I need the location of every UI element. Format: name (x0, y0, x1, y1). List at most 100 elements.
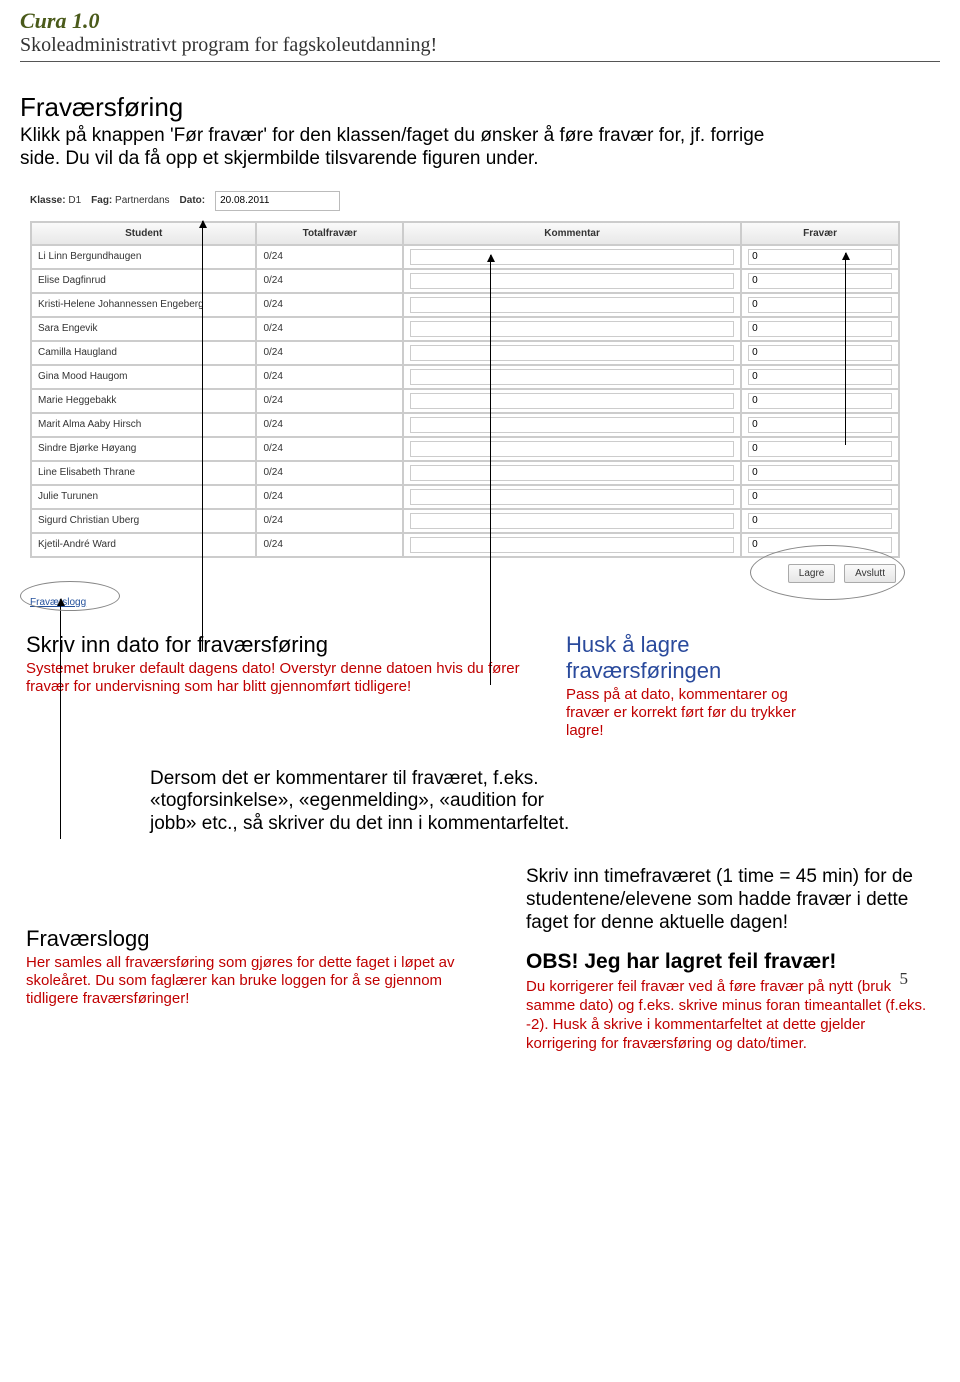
cell-kommentar (403, 245, 741, 269)
anno-husk-body: Pass på at dato, kommentarer og fravær e… (566, 686, 816, 740)
klasse-label: Klasse: (30, 195, 66, 206)
dato-label: Dato: (180, 195, 206, 206)
annotation-ellipse (20, 581, 120, 611)
fravaer-input[interactable] (748, 249, 892, 265)
cell-kommentar (403, 341, 741, 365)
anno-obs-title: OBS! Jeg har lagret feil fravær! (526, 950, 940, 974)
cell-fravaer (741, 389, 899, 413)
kommentar-input[interactable] (410, 273, 734, 289)
cell-kommentar (403, 389, 741, 413)
kommentar-input[interactable] (410, 537, 734, 553)
cell-student: Sindre Bjørke Høyang (31, 437, 256, 461)
cell-fravaer (741, 461, 899, 485)
cell-kommentar (403, 533, 741, 557)
cell-fravaer (741, 485, 899, 509)
application-screenshot: Klasse: D1 Fag: Partnerdans Dato: Studen… (30, 191, 900, 608)
kommentar-input[interactable] (410, 321, 734, 337)
fravaer-input[interactable] (748, 273, 892, 289)
table-row: Sara Engevik0/24 (31, 317, 899, 341)
table-row: Kristi-Helene Johannessen Engeberg0/24 (31, 293, 899, 317)
annotation-arrow (490, 255, 491, 685)
kommentar-input[interactable] (410, 417, 734, 433)
table-row: Gina Mood Haugom0/24 (31, 365, 899, 389)
kommentar-input[interactable] (410, 393, 734, 409)
kommentar-input[interactable] (410, 345, 734, 361)
cell-kommentar (403, 365, 741, 389)
annotation-arrow (60, 599, 61, 839)
cell-totalfravaer: 0/24 (256, 269, 403, 293)
fravaer-input[interactable] (748, 513, 892, 529)
fravaer-input[interactable] (748, 393, 892, 409)
cell-totalfravaer: 0/24 (256, 533, 403, 557)
cell-student: Elise Dagfinrud (31, 269, 256, 293)
header-divider (20, 61, 940, 62)
cell-student: Sigurd Christian Uberg (31, 509, 256, 533)
table-row: Sindre Bjørke Høyang0/24 (31, 437, 899, 461)
col-totalfravaer: Totalfravær (256, 222, 403, 245)
cell-fravaer (741, 437, 899, 461)
kommentar-input[interactable] (410, 369, 734, 385)
cell-fravaer (741, 293, 899, 317)
col-student: Student (31, 222, 256, 245)
cell-kommentar (403, 437, 741, 461)
cell-kommentar (403, 293, 741, 317)
fravaer-input[interactable] (748, 441, 892, 457)
annotation-arrow (202, 221, 203, 651)
kommentar-input[interactable] (410, 297, 734, 313)
cell-student: Kristi-Helene Johannessen Engeberg (31, 293, 256, 317)
cell-totalfravaer: 0/24 (256, 461, 403, 485)
table-row: Line Elisabeth Thrane0/24 (31, 461, 899, 485)
app-title: Cura 1.0 (20, 8, 940, 34)
fravaer-input[interactable] (748, 321, 892, 337)
anno-husk-title: Husk å lagre fraværsføringen (566, 632, 816, 684)
page-number: 5 (900, 969, 909, 989)
annotation-ellipse (750, 545, 905, 600)
cell-kommentar (403, 413, 741, 437)
fravaer-input[interactable] (748, 465, 892, 481)
cell-totalfravaer: 0/24 (256, 317, 403, 341)
kommentar-input[interactable] (410, 513, 734, 529)
cell-fravaer (741, 245, 899, 269)
fravaer-input[interactable] (748, 345, 892, 361)
cell-kommentar (403, 461, 741, 485)
kommentar-input[interactable] (410, 489, 734, 505)
kommentar-input[interactable] (410, 465, 734, 481)
fag-label: Fag: (91, 195, 112, 206)
intro-text: Klikk på knappen 'Før fravær' for den kl… (20, 125, 800, 171)
kommentar-input[interactable] (410, 249, 734, 265)
anno-obs-body: Du korrigerer feil fravær ved å føre fra… (526, 978, 940, 1053)
cell-totalfravaer: 0/24 (256, 341, 403, 365)
anno-date-body: Systemet bruker default dagens dato! Ove… (26, 660, 546, 696)
anno-center-text: Dersom det er kommentarer til fraværet, … (150, 768, 580, 836)
fravaer-input[interactable] (748, 417, 892, 433)
cell-fravaer (741, 269, 899, 293)
cell-totalfravaer: 0/24 (256, 245, 403, 269)
cell-student: Julie Turunen (31, 485, 256, 509)
cell-kommentar (403, 269, 741, 293)
cell-student: Marie Heggebakk (31, 389, 256, 413)
cell-fravaer (741, 413, 899, 437)
cell-fravaer (741, 341, 899, 365)
cell-student: Camilla Haugland (31, 341, 256, 365)
anno-logg-title: Fraværslogg (26, 926, 496, 952)
fravaerslogg-link[interactable]: Fraværslogg (30, 597, 900, 608)
cell-totalfravaer: 0/24 (256, 437, 403, 461)
dato-input[interactable] (215, 191, 340, 211)
fag-value: Partnerdans (115, 195, 169, 206)
table-row: Julie Turunen0/24 (31, 485, 899, 509)
cell-totalfravaer: 0/24 (256, 485, 403, 509)
cell-totalfravaer: 0/24 (256, 509, 403, 533)
anno-timefr-text: Skriv inn timefraværet (1 time = 45 min)… (526, 866, 940, 934)
cell-kommentar (403, 317, 741, 341)
cell-totalfravaer: 0/24 (256, 413, 403, 437)
fravaer-input[interactable] (748, 369, 892, 385)
fravaer-input[interactable] (748, 297, 892, 313)
cell-fravaer (741, 317, 899, 341)
cell-kommentar (403, 485, 741, 509)
col-fravaer: Fravær (741, 222, 899, 245)
col-kommentar: Kommentar (403, 222, 741, 245)
kommentar-input[interactable] (410, 441, 734, 457)
klasse-value: D1 (68, 195, 81, 206)
fravaer-input[interactable] (748, 489, 892, 505)
cell-kommentar (403, 509, 741, 533)
